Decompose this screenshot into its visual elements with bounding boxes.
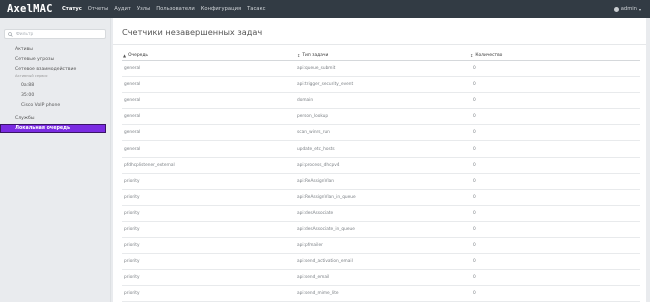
cell-task-type: api:send_activation_email — [297, 259, 353, 265]
table-row: general domain 0 — [122, 93, 640, 110]
cell-task-type: api:trigger_security_event — [297, 82, 354, 88]
cell-task-type: update_etc_hosts — [297, 146, 335, 152]
table-row: priority api:ReAssignVlan_in_queue 0 — [122, 190, 640, 206]
cell-count: 0 — [473, 146, 476, 152]
table-row: priority api:desAssociate_in_queue 0 — [122, 222, 640, 239]
cell-queue: pfdhcplistener_external — [124, 162, 175, 168]
filter-input[interactable] — [15, 31, 105, 37]
table-header: ▲ Очередь ↕ Тип задачи ↕ Количество — [122, 50, 640, 61]
sidebar-sub-caption: Активный сервис — [15, 74, 48, 78]
table-row: general api:trigger_security_event 0 — [122, 77, 640, 94]
sort-icon: ↕ — [470, 52, 474, 58]
cell-count: 0 — [473, 178, 476, 184]
column-header-task-type[interactable]: ↕ Тип задачи — [297, 53, 470, 58]
table-row: priority api:send_mime_lite 0 — [122, 286, 640, 302]
search-icon — [8, 31, 13, 37]
nav-reports[interactable]: Отчеты — [88, 6, 108, 12]
cell-count: 0 — [473, 210, 476, 216]
cell-count: 0 — [473, 82, 476, 88]
cell-queue: priority — [124, 210, 140, 216]
cell-task-type: api:send_email — [297, 275, 330, 281]
table-row: general person_lookup 0 — [122, 109, 640, 126]
cell-queue: priority — [124, 178, 140, 184]
nav-status[interactable]: Статус — [62, 6, 82, 12]
cell-count: 0 — [473, 259, 476, 265]
cell-queue: priority — [124, 291, 140, 297]
sidebar: Активы Сетевые угрозы Сетевое взаимодейс… — [0, 18, 111, 302]
table-row: general update_etc_hosts 0 — [122, 141, 640, 158]
cell-queue: general — [124, 146, 141, 152]
cell-task-type: api:queue_submit — [297, 66, 336, 72]
table-row: general scan_winrs_run 0 — [122, 125, 640, 142]
main-panel: Счетчики незавершенных задач ▲ Очередь ↕… — [113, 18, 646, 302]
cell-task-type: api:ReAssignVlan — [297, 178, 334, 184]
title-divider — [113, 44, 646, 45]
column-header-count[interactable]: ↕ Количество — [470, 53, 640, 58]
cell-count: 0 — [473, 291, 476, 297]
cell-task-type: api:send_mime_lite — [297, 291, 339, 297]
cell-task-type: api:desAssociate_in_queue — [297, 226, 355, 232]
cell-queue: priority — [124, 194, 140, 200]
cell-queue: priority — [124, 243, 140, 249]
table-row: priority api:ReAssignVlan 0 — [122, 174, 640, 190]
nav-configuration[interactable]: Конфигурация — [201, 6, 241, 12]
sidebar-item-3500[interactable]: 35:00 — [21, 93, 34, 98]
caret-down-icon: ▾ — [638, 6, 641, 12]
nav-nodes[interactable]: Узлы — [137, 6, 150, 12]
nav-tacacs[interactable]: Тасакс — [247, 6, 265, 12]
pending-tasks-table: ▲ Очередь ↕ Тип задачи ↕ Количество gene… — [122, 50, 640, 302]
cell-queue: general — [124, 98, 141, 104]
table-row: priority api:desAssociate 0 — [122, 206, 640, 222]
cell-task-type: api:ReAssignVlan_in_queue — [297, 194, 356, 200]
table-row: pfdhcplistener_external api:process_dhcp… — [122, 158, 640, 174]
sort-icon: ↕ — [297, 52, 301, 58]
cell-count: 0 — [473, 162, 476, 168]
cell-count: 0 — [473, 194, 476, 200]
cell-queue: general — [124, 66, 141, 72]
cell-count: 0 — [473, 66, 476, 72]
user-name: admin — [620, 6, 637, 12]
nav-users[interactable]: Пользователи — [156, 6, 195, 12]
sort-ascending-icon: ▲ — [123, 52, 127, 58]
table-row: priority api:send_activation_email 0 — [122, 254, 640, 271]
cell-queue: general — [124, 130, 141, 136]
sidebar-item-0a88[interactable]: 0a:88 — [21, 83, 34, 88]
cell-queue: priority — [124, 226, 140, 232]
column-header-queue[interactable]: ▲ Очередь — [122, 53, 297, 58]
cell-queue: general — [124, 82, 141, 88]
page-title: Счетчики незавершенных задач — [122, 27, 263, 37]
cell-task-type: scan_winrs_run — [297, 130, 330, 136]
cell-task-type: person_lookup — [297, 114, 329, 120]
nav-audit[interactable]: Аудит — [114, 6, 131, 12]
app-logo[interactable]: AxelMAC — [0, 3, 62, 15]
cell-task-type: api:desAssociate — [297, 210, 334, 216]
cell-task-type: api:pfmailer — [297, 243, 323, 249]
user-avatar-icon — [613, 6, 619, 12]
cell-task-type: api:process_dhcpv4 — [297, 162, 340, 168]
sidebar-item-network-threats[interactable]: Сетевые угрозы — [15, 57, 54, 62]
cell-task-type: domain — [297, 98, 314, 104]
user-menu[interactable]: admin ▾ — [613, 6, 641, 12]
cell-count: 0 — [473, 130, 476, 136]
table-row: priority api:send_email 0 — [122, 270, 640, 287]
filter-box[interactable] — [4, 29, 106, 39]
cell-queue: priority — [124, 259, 140, 265]
sidebar-item-assets[interactable]: Активы — [15, 47, 33, 52]
table-row: priority api:pfmailer 0 — [122, 238, 640, 255]
table-row: general api:queue_submit 0 — [122, 61, 640, 78]
top-navbar: AxelMAC Статус Отчеты Аудит Узлы Пользов… — [0, 0, 650, 18]
cell-count: 0 — [473, 275, 476, 281]
sidebar-item-local-queue[interactable]: Локальная очередь — [0, 124, 106, 133]
cell-count: 0 — [473, 243, 476, 249]
cell-count: 0 — [473, 98, 476, 104]
sidebar-item-services[interactable]: Службы — [15, 116, 34, 121]
sidebar-item-cisco-voip-phone[interactable]: Cisco VoIP phone — [21, 103, 60, 108]
cell-count: 0 — [473, 114, 476, 120]
cell-queue: priority — [124, 275, 140, 281]
sidebar-item-network-interaction[interactable]: Сетевое взаимодействие — [15, 67, 76, 72]
cell-queue: general — [124, 114, 141, 120]
cell-count: 0 — [473, 226, 476, 232]
